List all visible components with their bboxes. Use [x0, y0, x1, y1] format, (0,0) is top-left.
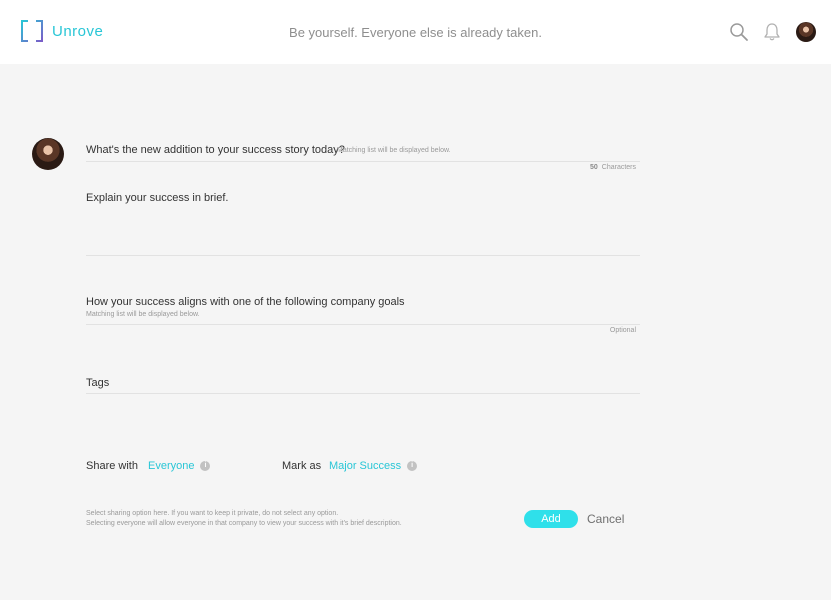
top-bar: Unrove Be yourself. Everyone else is alr… [0, 0, 831, 64]
tags-field[interactable]: Tags [86, 377, 640, 397]
sharing-note: Select sharing option here. If you want … [86, 509, 402, 529]
bell-icon[interactable] [762, 22, 782, 42]
mark-as-value[interactable]: Major Success [329, 460, 401, 472]
share-with-select[interactable]: Everyone i [148, 460, 211, 472]
success-title-underline [86, 161, 640, 162]
author-avatar [32, 138, 64, 170]
tagline: Be yourself. Everyone else is already ta… [289, 25, 542, 40]
success-title-field[interactable]: What's the new addition to your success … [86, 144, 640, 174]
tags-underline [86, 393, 640, 394]
mark-as-text: Mark as [282, 460, 322, 472]
company-goals-field[interactable]: How your success aligns with one of the … [86, 296, 640, 336]
share-with-value[interactable]: Everyone [148, 460, 194, 472]
success-title-hint: Matching list will be displayed below. [337, 147, 451, 154]
mark-as-select[interactable]: Major Success i [329, 460, 418, 472]
cancel-button[interactable]: Cancel [587, 512, 624, 526]
company-goals-hint: Matching list will be displayed below. [86, 311, 200, 318]
character-count: 50 [589, 164, 598, 171]
tags-label: Tags [86, 377, 110, 389]
company-goals-label: How your success aligns with one of the … [86, 296, 405, 308]
search-icon[interactable] [729, 22, 749, 42]
add-button[interactable]: Add [524, 510, 578, 528]
share-with-label: Share with [86, 460, 138, 472]
character-counter: 50 Characters [590, 164, 636, 171]
success-title-label: What's the new addition to your success … [86, 144, 345, 156]
user-avatar[interactable] [796, 22, 816, 42]
sharing-note-line-2: Selecting everyone will allow everyone i… [86, 520, 402, 527]
character-unit: Characters [601, 164, 636, 171]
sharing-note-line-1: Select sharing option here. If you want … [86, 510, 339, 517]
company-goals-underline [86, 324, 640, 325]
success-brief-field[interactable]: Explain your success in brief. [86, 192, 640, 256]
success-brief-underline [86, 255, 640, 256]
mark-as-label: Mark as [282, 460, 321, 472]
success-brief-label: Explain your success in brief. [86, 192, 229, 204]
info-icon[interactable]: i [200, 461, 211, 471]
optional-label: Optional [609, 327, 636, 334]
share-with-text: Share with [86, 460, 138, 472]
info-icon[interactable]: i [407, 461, 418, 471]
